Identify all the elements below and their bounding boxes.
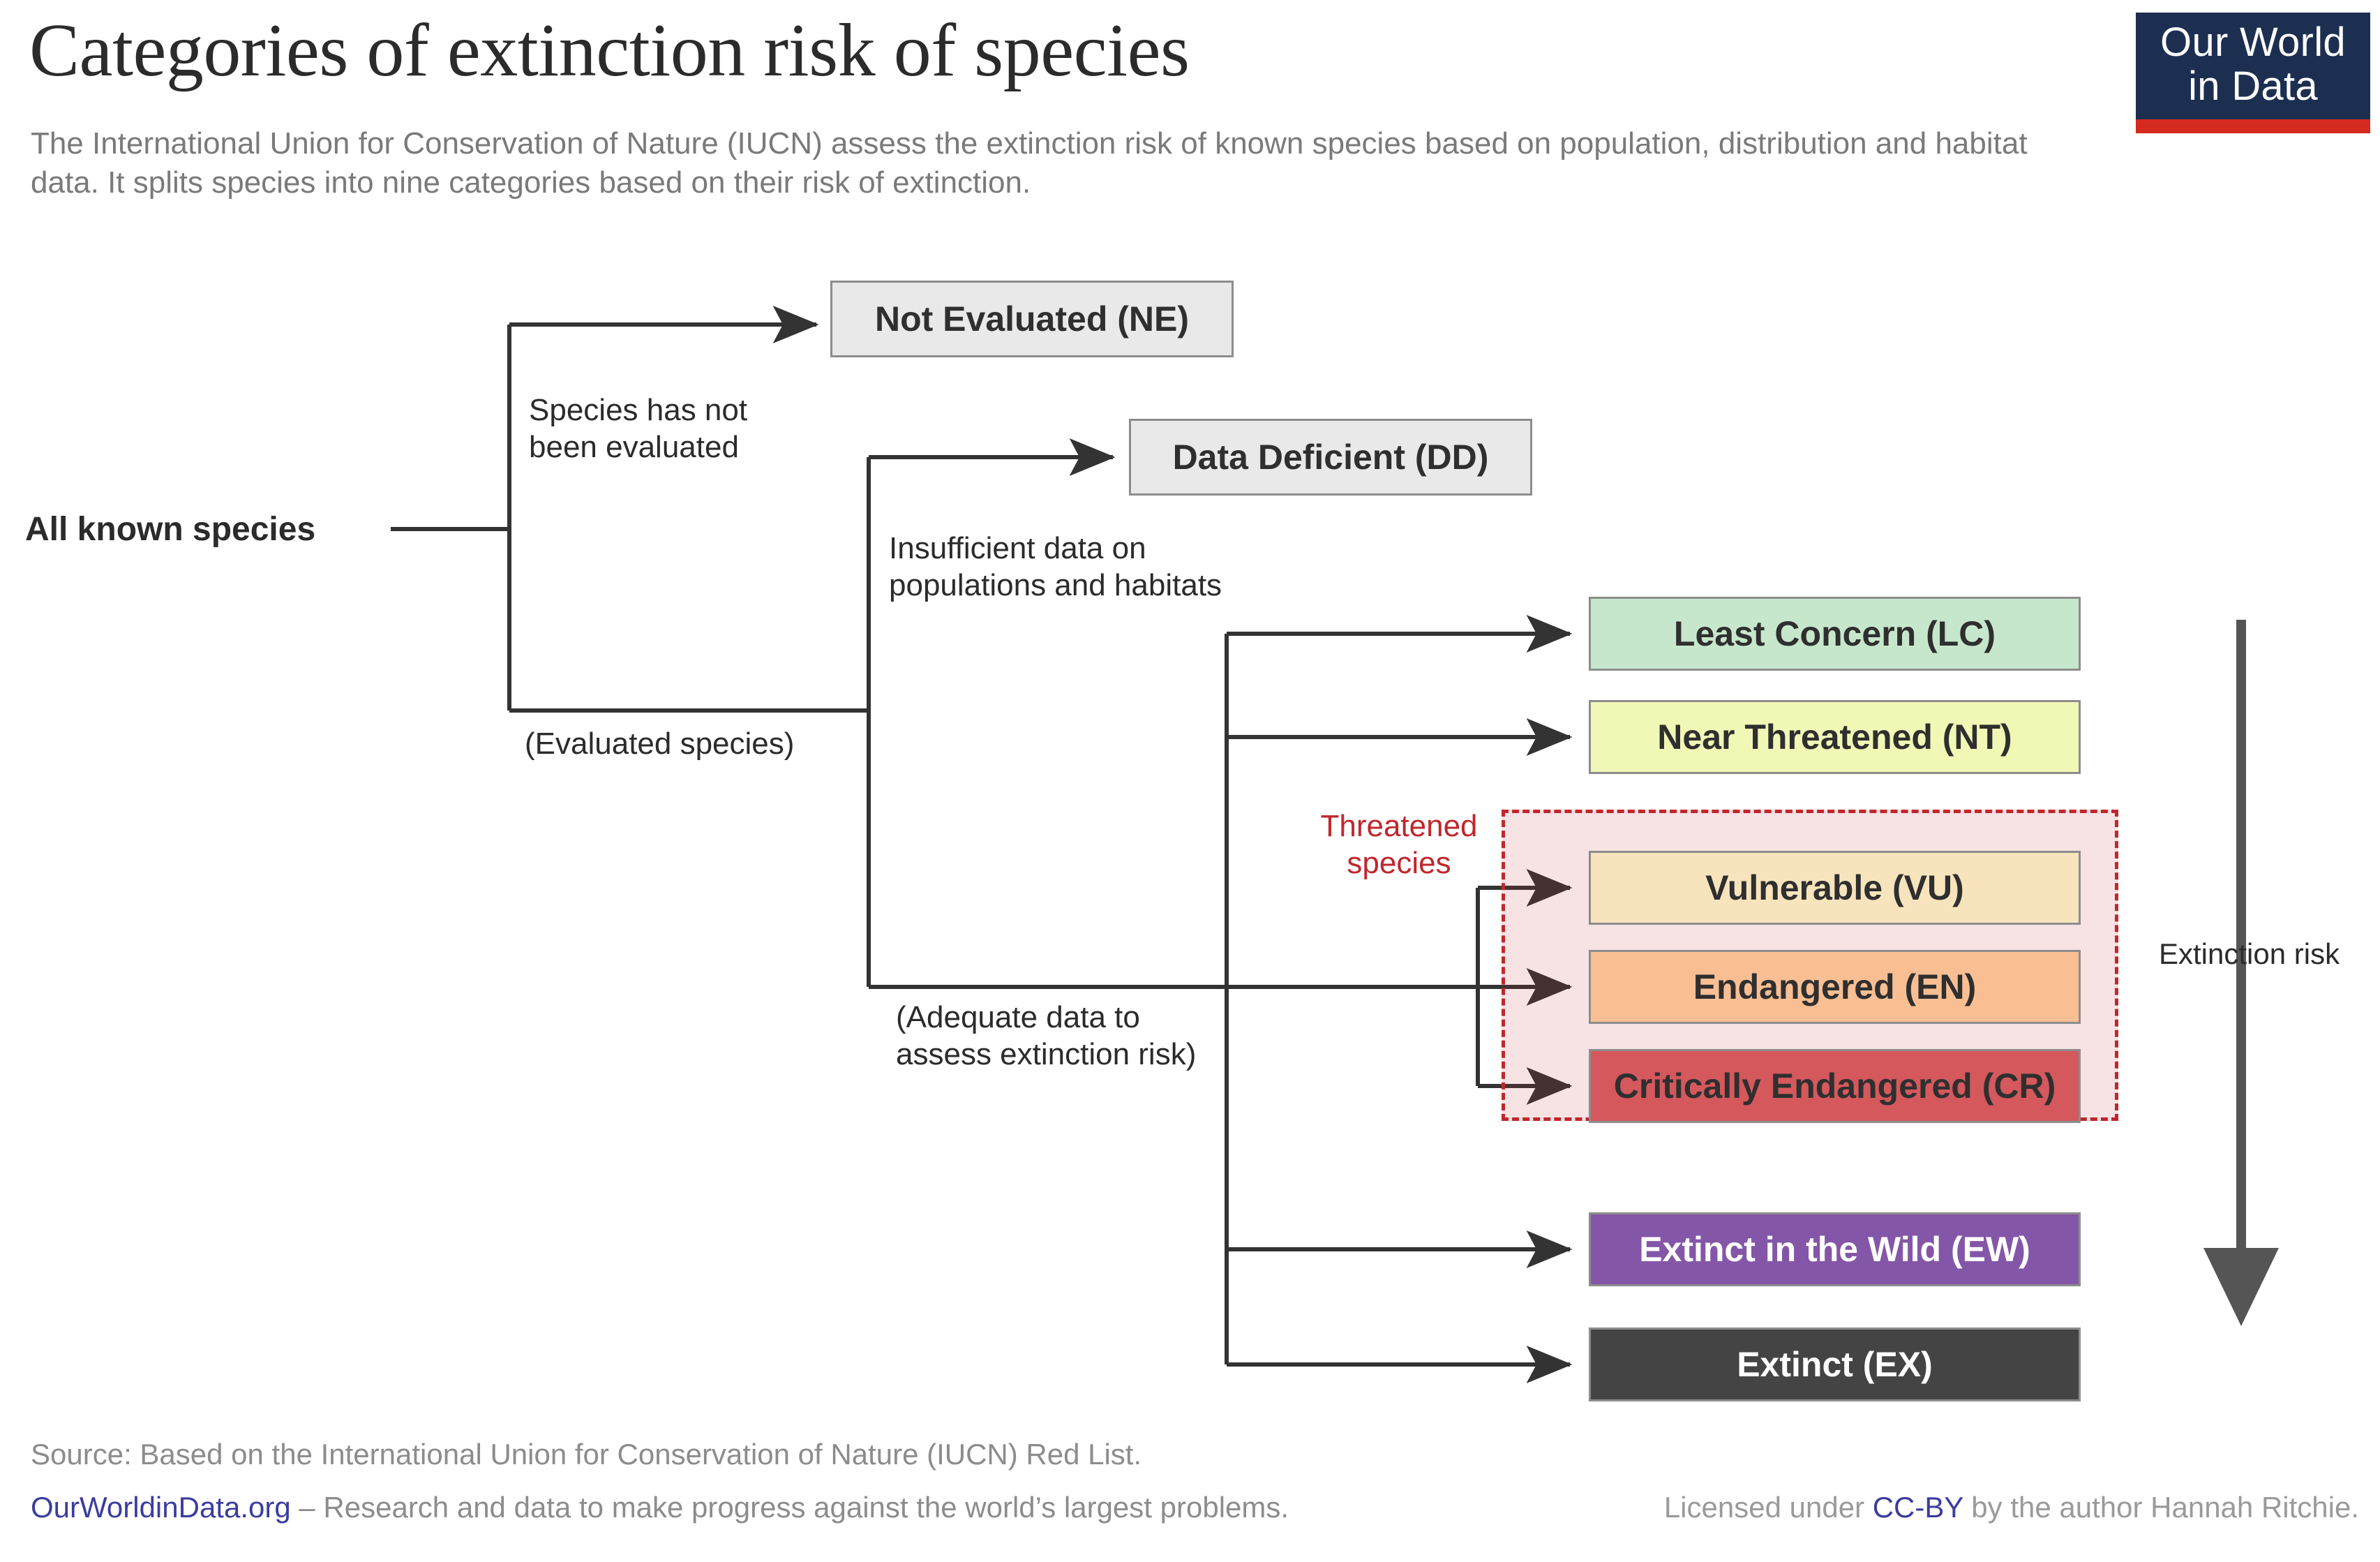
node-extinct-in-the-wild[interactable]: Extinct in the Wild (EW) (1589, 1212, 2081, 1286)
footer-owid-link[interactable]: OurWorldinData.org (31, 1491, 291, 1524)
node-least-concern[interactable]: Least Concern (LC) (1589, 597, 2081, 671)
infographic-root: Categories of extinction risk of species… (0, 0, 2380, 1562)
node-data-deficient-label: Data Deficient (DD) (1172, 438, 1489, 477)
node-data-deficient[interactable]: Data Deficient (DD) (1129, 419, 1532, 496)
page-subtitle: The International Union for Conservation… (31, 126, 2028, 200)
footer-license: Licensed under CC-BY by the author Hanna… (1664, 1491, 2359, 1524)
node-vulnerable[interactable]: Vulnerable (VU) (1589, 851, 2081, 925)
owid-logo[interactable]: Our World in Data (2136, 13, 2370, 134)
branch-label-not-evaluated: Species has not been evaluated (529, 393, 748, 464)
extinction-risk-label: Extinction risk (2159, 937, 2340, 970)
node-not-evaluated[interactable]: Not Evaluated (NE) (830, 281, 1234, 357)
footer-source: Source: Based on the International Union… (31, 1438, 1142, 1471)
footer-license-link[interactable]: CC-BY (1873, 1491, 1963, 1524)
branch-label-adequate-data: (Adequate data to assess extinction risk… (896, 1000, 1197, 1071)
owid-logo-red-bar (2136, 119, 2370, 134)
node-least-concern-label: Least Concern (LC) (1673, 614, 1996, 653)
node-vulnerable-label: Vulnerable (VU) (1705, 868, 1964, 907)
extinction-risk-axis (2203, 620, 2279, 1326)
node-endangered-label: Endangered (EN) (1693, 967, 1977, 1006)
page-title: Categories of extinction risk of species (29, 9, 1190, 92)
node-near-threatened[interactable]: Near Threatened (NT) (1589, 700, 2081, 774)
branch-label-insufficient-data: Insufficient data on populations and hab… (889, 531, 1222, 602)
owid-logo-box: Our World in Data (2136, 13, 2370, 120)
footer-license-prefix: Licensed under (1663, 1491, 1873, 1524)
root-label: All known species (25, 511, 316, 548)
node-near-threatened-label: Near Threatened (NT) (1657, 717, 2012, 757)
node-extinct-in-the-wild-label: Extinct in the Wild (EW) (1639, 1230, 2030, 1269)
footer: Source: Based on the International Union… (0, 1429, 2380, 1562)
owid-logo-line1: Our World (2160, 20, 2346, 65)
node-critically-endangered-label: Critically Endangered (CR) (1613, 1066, 2056, 1106)
footer-owid-tagline: – Research and data to make progress aga… (290, 1491, 1289, 1524)
node-not-evaluated-label: Not Evaluated (NE) (874, 299, 1190, 339)
threatened-species-label: Threatened species (1320, 809, 1478, 880)
branch-label-evaluated: (Evaluated species) (525, 727, 795, 761)
footer-owid-line: OurWorldinData.org – Research and data t… (31, 1491, 1289, 1524)
node-extinct[interactable]: Extinct (EX) (1589, 1327, 2081, 1401)
owid-logo-line2: in Data (2188, 63, 2318, 109)
node-extinct-label: Extinct (EX) (1737, 1345, 1933, 1384)
node-critically-endangered[interactable]: Critically Endangered (CR) (1589, 1049, 2081, 1123)
node-endangered[interactable]: Endangered (EN) (1589, 950, 2081, 1024)
footer-license-suffix: by the author Hannah Ritchie. (1963, 1491, 2359, 1524)
